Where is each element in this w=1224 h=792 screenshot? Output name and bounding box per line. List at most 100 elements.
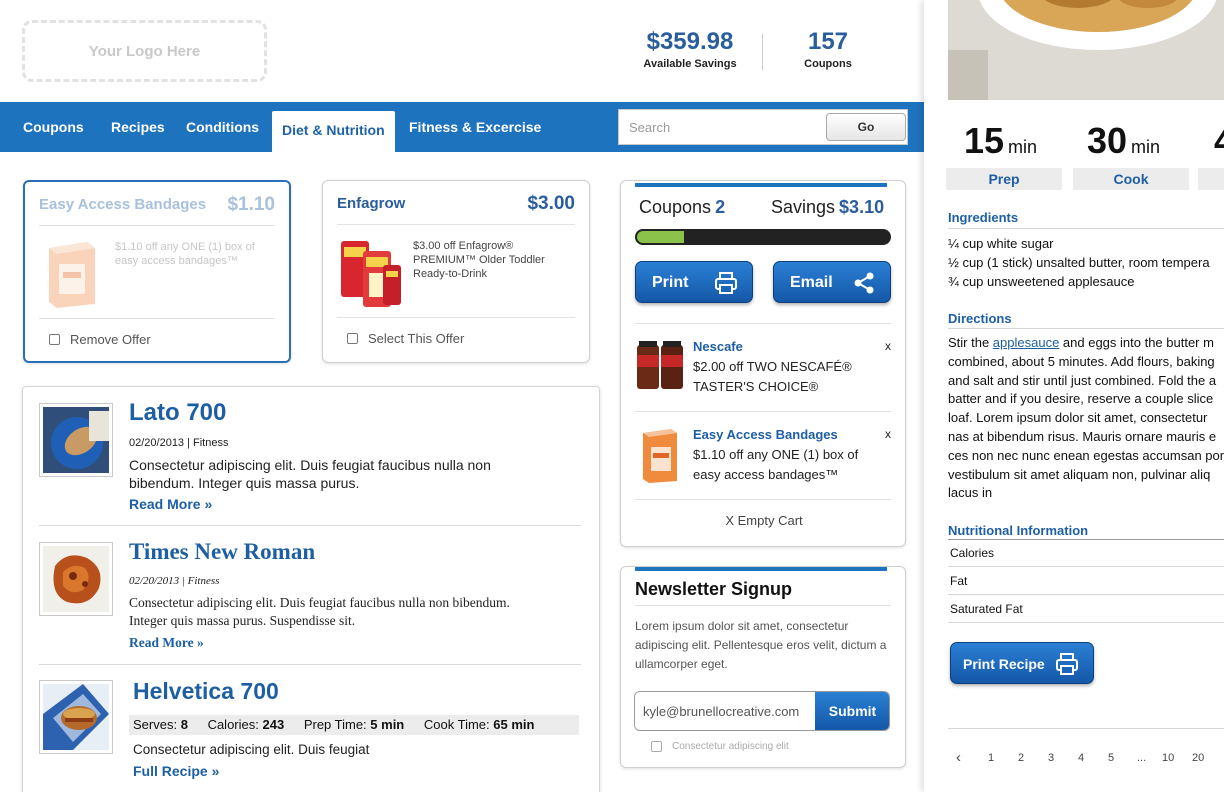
pager-page[interactable]: 20 [1192, 752, 1204, 764]
food-image [43, 684, 109, 750]
third-time: 4 [1214, 120, 1224, 162]
calories-label: Calories: [207, 717, 259, 732]
search-input[interactable] [619, 110, 824, 144]
coupons-label: Coupons [804, 58, 852, 70]
pager-page[interactable]: 3 [1048, 752, 1054, 764]
read-more-link[interactable]: Read More » [129, 496, 212, 512]
pager-page[interactable]: 10 [1162, 752, 1174, 764]
print-button[interactable]: Print [635, 261, 753, 303]
cook-time-value: 65 min [493, 717, 535, 732]
food-image [43, 407, 109, 473]
checkbox-label: Select This Offer [368, 331, 465, 346]
cook-time-value: 30 [1087, 120, 1128, 161]
serves-value: 8 [180, 717, 188, 732]
print-recipe-label: Print Recipe [963, 656, 1045, 672]
ingredient-item: ½ cup (1 stick) unsalted butter, room te… [948, 255, 1210, 270]
coupons-value: 157 [807, 28, 849, 55]
ingredient-item: ¼ cup white sugar [948, 236, 1054, 251]
article-thumbnail[interactable] [39, 403, 113, 477]
bandages-box-image [49, 242, 95, 308]
read-more-link[interactable]: Read More » [129, 635, 204, 651]
pager-page[interactable]: 1 [988, 752, 994, 764]
cart-coupons: Coupons 2 [639, 197, 725, 218]
offer-description: $1.10 off any ONE (1) box of easy access… [115, 241, 255, 267]
full-recipe-link[interactable]: Full Recipe » [133, 763, 219, 779]
applesauce-link[interactable]: applesauce [993, 335, 1060, 350]
checkbox-icon[interactable] [49, 334, 60, 345]
newsletter-checkbox[interactable]: Consectetur adipiscing elit [651, 741, 789, 752]
article-title[interactable]: Helvetica 700 [133, 678, 279, 705]
divider [635, 499, 891, 500]
print-recipe-button[interactable]: Print Recipe [950, 642, 1094, 684]
cart-item: Nescafe $2.00 off TWO NESCAFÉ® TASTER'S … [635, 339, 891, 399]
offer-card-bandages[interactable]: Easy Access Bandages $1.10 $1.10 off any… [23, 180, 291, 363]
pager-page[interactable]: 5 [1108, 752, 1114, 764]
directions-line: ces non nec nunc enean egestas accumsan … [948, 447, 1224, 463]
go-button[interactable]: Go [826, 113, 906, 141]
serves-label: Serves: [133, 717, 178, 732]
nav-fitness[interactable]: Fitness & Excercise [409, 102, 541, 152]
recipe-stats: Serves: 8 Calories: 243 Prep Time: 5 min… [129, 715, 579, 735]
printer-icon [1056, 653, 1078, 675]
offer-price: $1.10 [227, 194, 275, 215]
divider [635, 605, 891, 606]
cart-coupons-label: Coupons [639, 197, 712, 217]
coupon-count: 157 Coupons [788, 28, 868, 70]
article-excerpt: Consectetur adipiscing elit. Duis feugia… [129, 457, 491, 491]
offer-price: $3.00 [527, 193, 575, 214]
article-title[interactable]: Times New Roman [129, 539, 315, 565]
divider [948, 728, 1224, 729]
food-image [43, 546, 109, 612]
email-button[interactable]: Email [773, 261, 891, 303]
checkbox-label: Remove Offer [70, 332, 151, 347]
article-thumbnail[interactable] [39, 680, 113, 754]
nutrition-row-fat: Fat [948, 567, 1224, 595]
prep-time-value: 5 min [370, 717, 405, 732]
article-excerpt: Consectetur adipiscing elit. Duis feugia… [133, 742, 370, 757]
offer-card-enfagrow[interactable]: Enfagrow $3.00 $3.00 off Enfagrow® PREMI… [322, 180, 590, 363]
checkbox-icon[interactable] [347, 333, 358, 344]
empty-cart-button[interactable]: X Empty Cart [621, 513, 907, 528]
article-title[interactable]: Lato 700 [129, 399, 226, 427]
email-label: Email [790, 274, 833, 291]
pager-page[interactable]: 4 [1078, 752, 1084, 764]
pager-page[interactable]: 2 [1018, 752, 1024, 764]
prep-time-label: Prep Time: [303, 717, 367, 732]
directions-rest: and eggs into the butter m [1059, 335, 1214, 350]
divider [948, 228, 1224, 229]
ingredient-item: ¾ cup unsweetened applesauce [948, 274, 1135, 289]
nav-conditions[interactable]: Conditions [186, 102, 259, 152]
article-thumbnail[interactable] [39, 542, 113, 616]
newsletter-submit-button[interactable]: Submit [815, 692, 889, 730]
remove-offer-checkbox[interactable]: Remove Offer [49, 332, 151, 347]
cart-item-description: $2.00 off TWO NESCAFÉ® TASTER'S CHOICE® [693, 359, 852, 394]
cart-item-description: $1.10 off any ONE (1) box of easy access… [693, 447, 859, 482]
search-box: Go [618, 109, 908, 145]
newsletter-description: Lorem ipsum dolor sit amet, consectetur … [635, 619, 887, 671]
newsletter-title: Newsletter Signup [635, 579, 793, 599]
print-label: Print [652, 274, 689, 291]
remove-item-button[interactable]: x [885, 427, 891, 441]
checkbox-icon[interactable] [651, 741, 662, 752]
nav-recipes[interactable]: Recipes [111, 102, 165, 152]
nav-coupons[interactable]: Coupons [23, 102, 84, 152]
cart-savings: Savings $3.10 [771, 197, 884, 218]
newsletter-email-input[interactable] [635, 692, 815, 730]
enfagrow-product-image [341, 241, 401, 307]
remove-item-button[interactable]: x [885, 339, 891, 353]
prep-time: 15 min [964, 120, 1037, 162]
divider [39, 525, 581, 526]
nav-diet-nutrition[interactable]: Diet & Nutrition [272, 111, 395, 154]
prep-label: Prep [946, 168, 1062, 190]
divider [39, 318, 275, 319]
share-icon [854, 272, 874, 294]
newsletter-signup: Newsletter Signup Lorem ipsum dolor sit … [620, 566, 906, 768]
logo-placeholder[interactable]: Your Logo Here [22, 20, 267, 82]
divider [635, 411, 891, 412]
offer-title: Easy Access Bandages [39, 196, 207, 213]
pager-prev-icon[interactable]: ‹ [956, 749, 961, 766]
directions-line: lacus in [948, 485, 993, 501]
cart-item-title: Easy Access Bandages [693, 427, 838, 442]
nutrition-heading: Nutritional Information [948, 523, 1089, 538]
select-offer-checkbox[interactable]: Select This Offer [347, 331, 464, 346]
